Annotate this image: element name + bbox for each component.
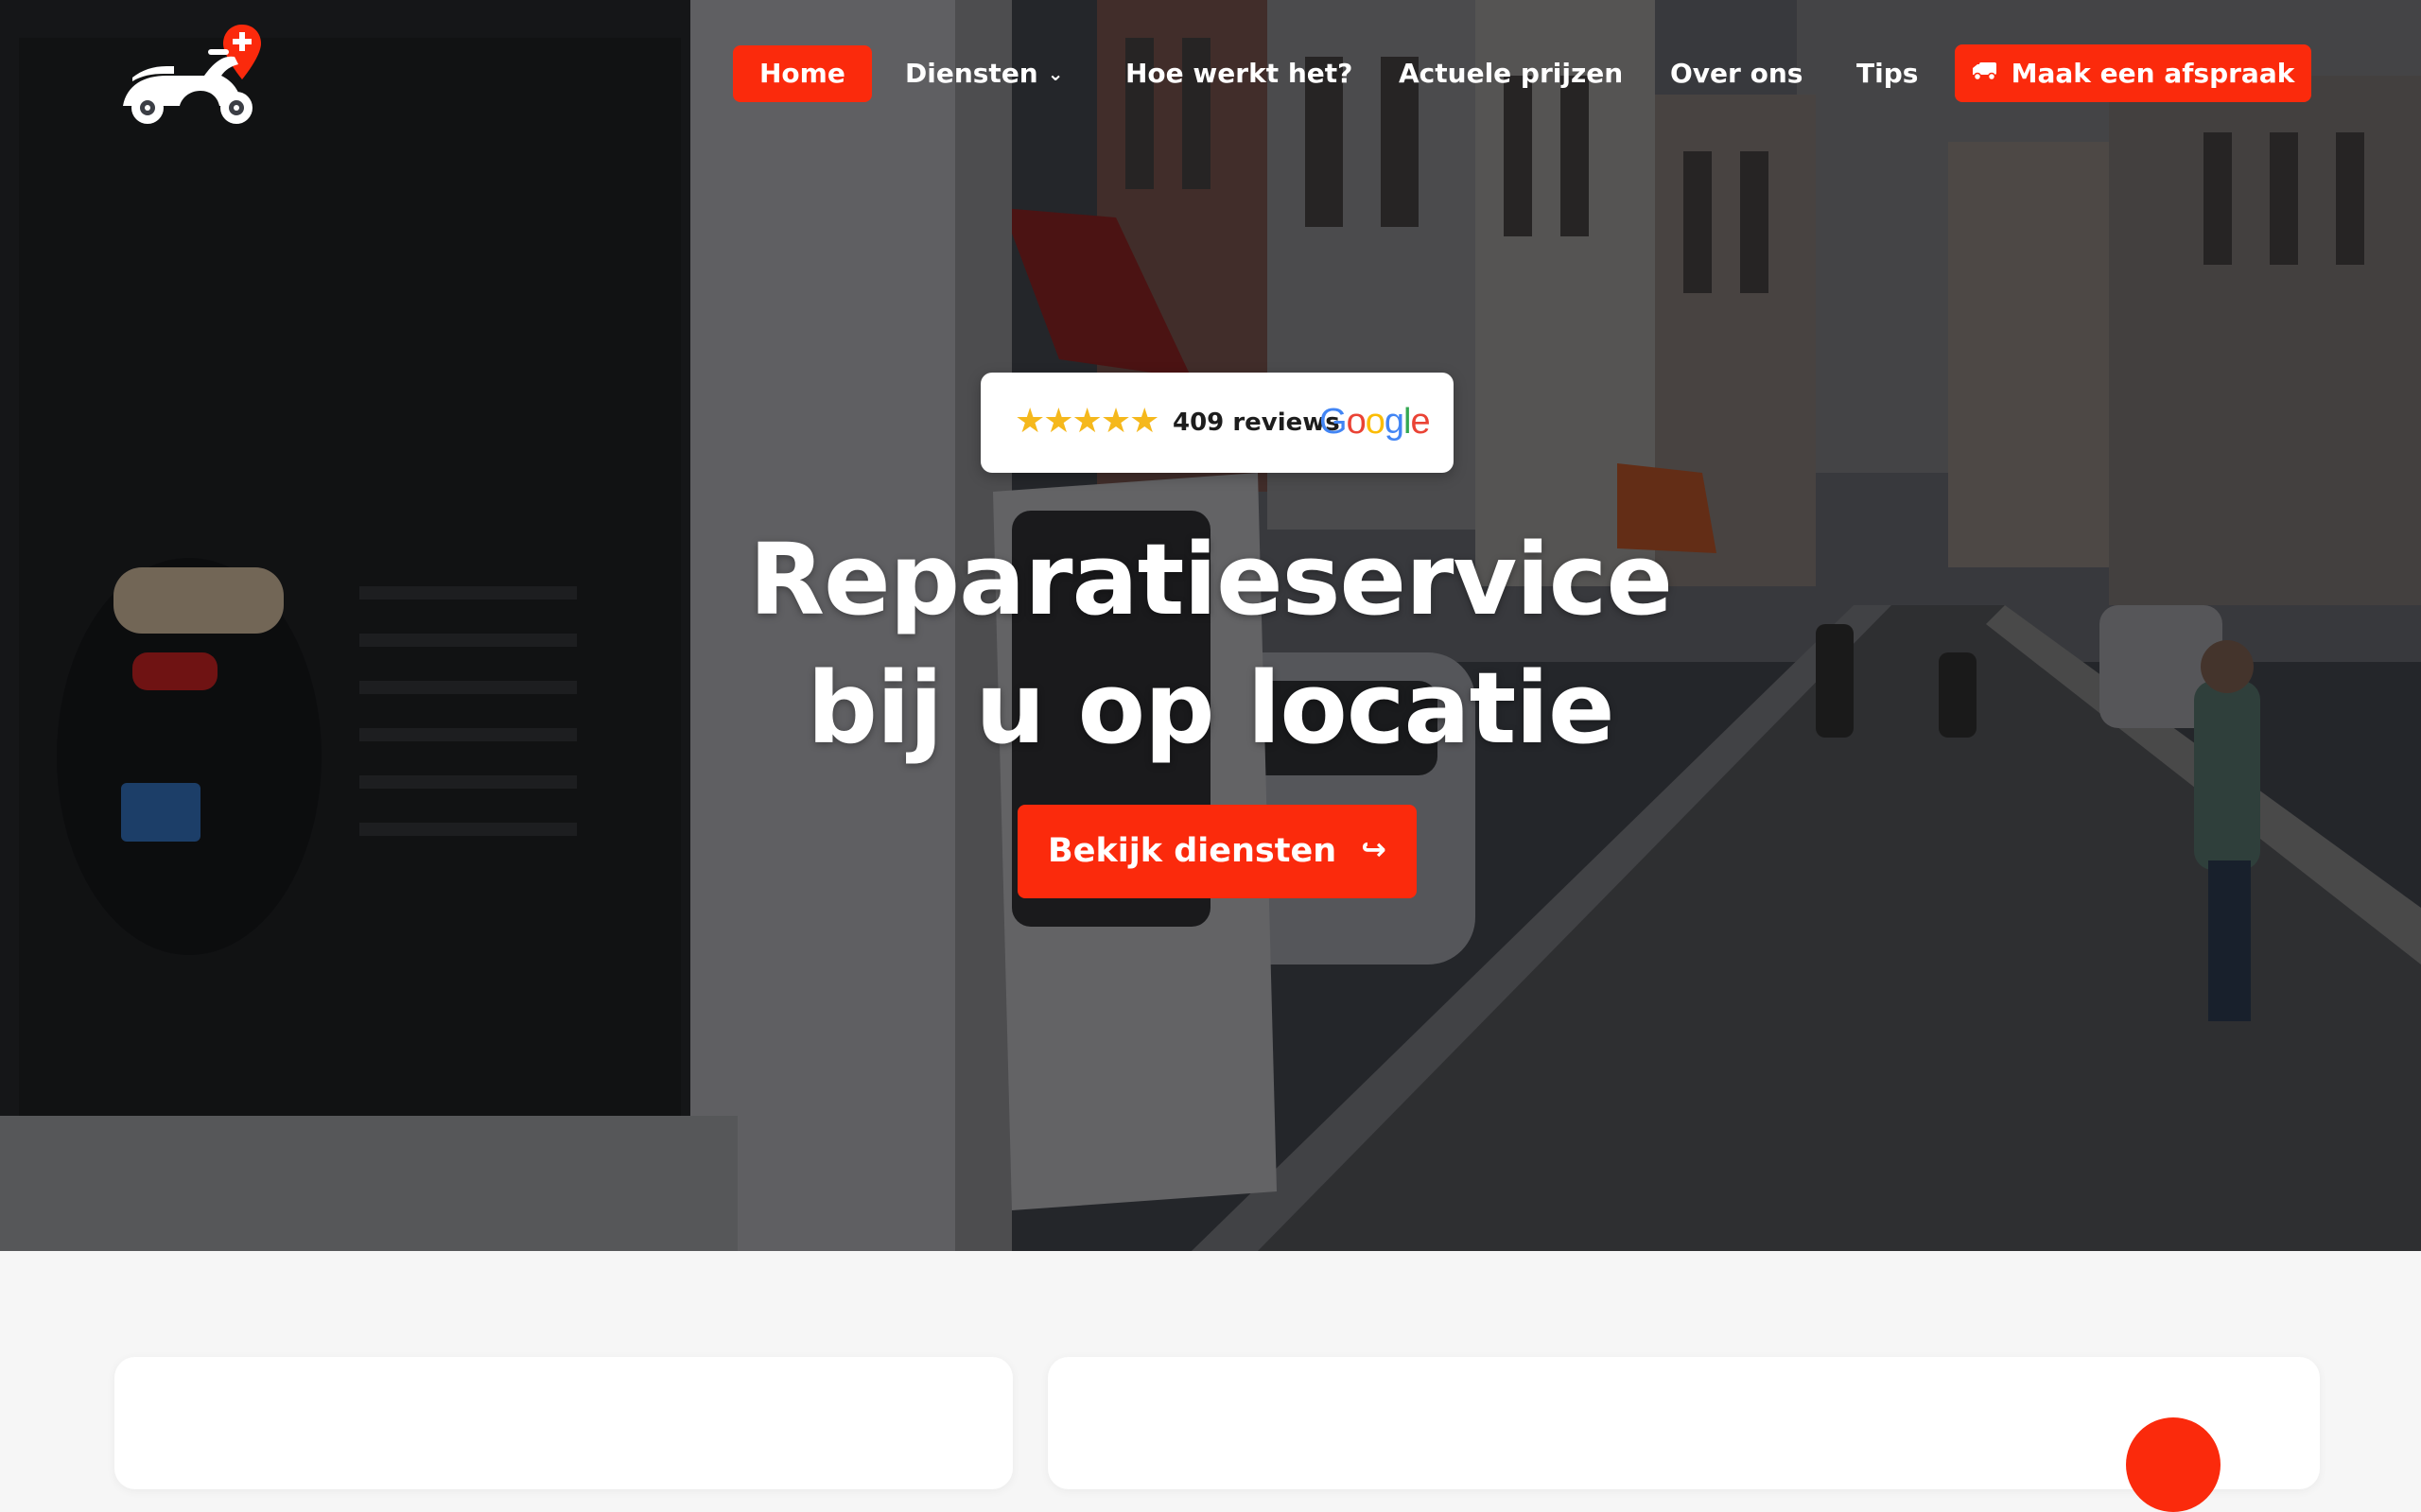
nav-tips-label: Tips — [1856, 58, 1919, 89]
nav-home[interactable]: Home — [733, 45, 872, 102]
nav-over-ons-label: Over ons — [1670, 58, 1803, 89]
google-review-badge[interactable]: ★★★★★ 409 reviews Google — [981, 373, 1454, 473]
nav-diensten-label: Diensten — [905, 58, 1038, 89]
view-services-button[interactable]: Bekijk diensten ↪ — [1018, 805, 1417, 898]
hero-headline: Reparatieservice bij u op locatie — [549, 515, 1872, 773]
hero-headline-line-2: bij u op locatie — [807, 651, 1614, 766]
info-card-left — [114, 1357, 1013, 1489]
nav-hoe-werkt-het[interactable]: Hoe werkt het? — [1125, 45, 1352, 102]
nav-hoe-werkt-het-label: Hoe werkt het? — [1125, 58, 1353, 89]
nav-home-label: Home — [759, 58, 845, 89]
google-logo: Google — [1319, 402, 1431, 442]
review-count: 409 reviews — [1173, 408, 1340, 437]
chevron-down-icon: ⌄ — [1047, 62, 1064, 85]
scooter-logo[interactable] — [113, 21, 265, 127]
hero-headline-line-1: Reparatieservice — [749, 522, 1673, 637]
nav-tips[interactable]: Tips — [1856, 45, 1918, 102]
make-appointment-button[interactable]: Maak een afspraak — [1955, 44, 2311, 102]
nav-actuele-prijzen-label: Actuele prijzen — [1399, 58, 1624, 89]
info-card-right — [1048, 1357, 2320, 1512]
top-navigation: Home Diensten ⌄ Hoe werkt het? Actuele pr… — [0, 0, 2421, 151]
truck-icon — [1972, 43, 1998, 101]
nav-over-ons[interactable]: Over ons — [1670, 45, 1803, 102]
nav-actuele-prijzen[interactable]: Actuele prijzen — [1399, 45, 1623, 102]
arrow-right-icon: ↪ — [1361, 831, 1386, 867]
make-appointment-label: Maak een afspraak — [2011, 58, 2295, 89]
rating-stars-icon: ★★★★★ — [1015, 402, 1159, 441]
scooter-icon — [123, 25, 261, 124]
view-services-label: Bekijk diensten — [1048, 832, 1337, 870]
nav-diensten[interactable]: Diensten ⌄ — [905, 45, 1064, 102]
card-icon-circle — [2126, 1417, 2221, 1512]
